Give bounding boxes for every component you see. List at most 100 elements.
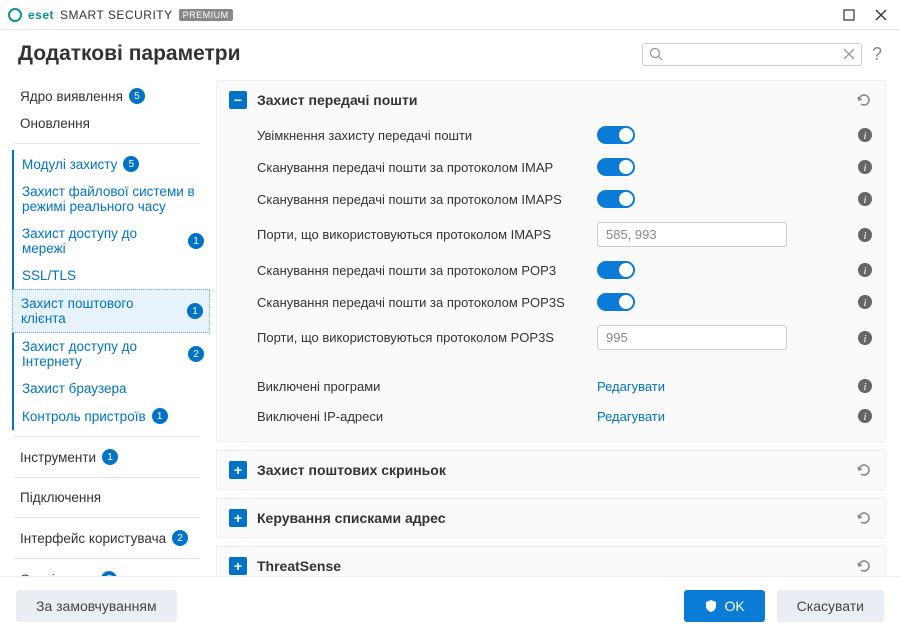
window-maximize-icon[interactable] xyxy=(838,4,860,26)
panel-title: Керування списками адрес xyxy=(257,510,446,526)
setting-label: Сканування передачі пошти за протоколом … xyxy=(257,192,597,207)
sidebar-item-label: Підключення xyxy=(20,490,101,505)
panel-header[interactable]: + Керування списками адрес xyxy=(217,499,885,537)
brand-tag: PREMIUM xyxy=(179,9,233,21)
setting-row: Сканування передачі пошти за протоколом … xyxy=(257,286,873,318)
info-icon[interactable]: i xyxy=(857,294,873,310)
expand-icon[interactable]: + xyxy=(229,557,247,575)
expand-icon[interactable]: + xyxy=(229,461,247,479)
panel: + ThreatSense xyxy=(216,546,886,576)
sidebar-item[interactable]: Модулі захисту5 xyxy=(12,150,210,178)
panel: + Керування списками адрес xyxy=(216,498,886,538)
setting-label: Порти, що використовуються протоколом IM… xyxy=(257,227,597,242)
collapse-icon[interactable]: − xyxy=(229,91,247,109)
sidebar-item-label: Сповіщення xyxy=(20,572,95,577)
panel-header[interactable]: + ThreatSense xyxy=(217,547,885,576)
text-input[interactable] xyxy=(597,222,787,247)
sidebar-item-label: Захист поштового клієнта xyxy=(21,296,181,326)
revert-icon[interactable] xyxy=(855,91,873,109)
ok-button[interactable]: OK xyxy=(684,590,764,622)
eset-logo-icon xyxy=(8,8,22,22)
sidebar-item[interactable]: Захист доступу до Інтернету2 xyxy=(12,333,210,375)
clear-search-icon[interactable] xyxy=(843,48,855,60)
titlebar: eset SMART SECURITY PREMIUM xyxy=(0,0,900,30)
panel-header[interactable]: + Захист поштових скриньок xyxy=(217,451,885,489)
svg-text:i: i xyxy=(863,130,866,142)
window-close-icon[interactable] xyxy=(870,4,892,26)
sidebar-item[interactable]: Інтерфейс користувача2 xyxy=(14,524,210,552)
info-icon[interactable]: i xyxy=(857,330,873,346)
revert-icon[interactable] xyxy=(855,509,873,527)
panel-title: Захист поштових скриньок xyxy=(257,462,446,478)
text-input[interactable] xyxy=(597,325,787,350)
setting-label: Виключені програми xyxy=(257,379,597,394)
sidebar-item-label: Інтерфейс користувача xyxy=(20,531,166,546)
panel-header[interactable]: −Захист передачі пошти xyxy=(217,81,885,119)
info-icon[interactable]: i xyxy=(857,191,873,207)
svg-text:i: i xyxy=(863,411,866,423)
svg-text:i: i xyxy=(863,381,866,393)
edit-link[interactable]: Редагувати xyxy=(597,409,665,424)
sidebar: Ядро виявлення5Оновлення Модулі захисту5 З… xyxy=(0,76,210,576)
toggle-switch[interactable] xyxy=(597,158,635,176)
sidebar-item[interactable]: SSL/TLS xyxy=(12,262,210,289)
toggle-switch[interactable] xyxy=(597,293,635,311)
sidebar-item[interactable]: Захист поштового клієнта 1 xyxy=(12,289,210,333)
toggle-switch[interactable] xyxy=(597,190,635,208)
footer: За замовчуванням OK Скасувати xyxy=(0,576,900,634)
svg-text:i: i xyxy=(863,162,866,174)
setting-label: Сканування передачі пошти за протоколом … xyxy=(257,263,597,278)
info-icon[interactable]: i xyxy=(857,127,873,143)
badge: 1 xyxy=(102,449,118,465)
main-content: −Захист передачі поштиУвімкнення захисту… xyxy=(210,76,900,576)
help-icon[interactable]: ? xyxy=(872,44,882,65)
sidebar-item[interactable]: Інструменти 1 xyxy=(14,443,210,471)
info-icon[interactable]: i xyxy=(857,262,873,278)
sidebar-divider xyxy=(14,143,200,144)
page-title: Додаткові параметри xyxy=(18,42,241,66)
sidebar-item[interactable]: Контроль пристроїв 1 xyxy=(12,402,210,430)
sidebar-item[interactable]: Захист браузера xyxy=(12,375,210,402)
sidebar-divider xyxy=(14,436,200,437)
badge: 1 xyxy=(152,408,168,424)
expand-icon[interactable]: + xyxy=(229,509,247,527)
sidebar-item[interactable]: Сповіщення5 xyxy=(14,565,210,576)
info-icon[interactable]: i xyxy=(857,378,873,394)
sidebar-item-label: Захист файлової системи в режимі реально… xyxy=(22,184,204,214)
badge: 1 xyxy=(187,303,203,319)
setting-row: Увімкнення захисту передачі поштиi xyxy=(257,119,873,151)
svg-text:i: i xyxy=(863,230,866,242)
sidebar-item[interactable]: Захист файлової системи в режимі реально… xyxy=(12,178,210,220)
sidebar-item[interactable]: Підключення xyxy=(14,484,210,511)
revert-icon[interactable] xyxy=(855,557,873,575)
setting-row: Сканування передачі пошти за протоколом … xyxy=(257,183,873,215)
badge: 5 xyxy=(129,88,145,104)
toggle-switch[interactable] xyxy=(597,261,635,279)
cancel-button[interactable]: Скасувати xyxy=(777,590,884,622)
sidebar-item[interactable]: Захист доступу до мережі1 xyxy=(12,220,210,262)
sidebar-item-label: Інструменти xyxy=(20,450,96,465)
sidebar-item[interactable]: Оновлення xyxy=(14,110,210,137)
setting-row: Сканування передачі пошти за протоколом … xyxy=(257,151,873,183)
sidebar-item-label: Контроль пристроїв xyxy=(22,409,146,424)
svg-text:i: i xyxy=(863,333,866,345)
sidebar-item-label: Захист браузера xyxy=(22,381,127,396)
badge: 1 xyxy=(188,233,204,249)
info-icon[interactable]: i xyxy=(857,227,873,243)
info-icon[interactable]: i xyxy=(857,159,873,175)
search-input[interactable] xyxy=(663,47,843,62)
info-icon[interactable]: i xyxy=(857,408,873,424)
panel-title: ThreatSense xyxy=(257,558,341,574)
search-box[interactable] xyxy=(642,43,862,66)
svg-text:i: i xyxy=(863,297,866,309)
toggle-switch[interactable] xyxy=(597,126,635,144)
setting-row: Порти, що використовуються протоколом PO… xyxy=(257,318,873,357)
sidebar-item[interactable]: Ядро виявлення5 xyxy=(14,82,210,110)
ok-label: OK xyxy=(724,598,744,614)
defaults-button[interactable]: За замовчуванням xyxy=(16,590,177,622)
edit-link[interactable]: Редагувати xyxy=(597,379,665,394)
revert-icon[interactable] xyxy=(855,461,873,479)
setting-row: Порти, що використовуються протоколом IM… xyxy=(257,215,873,254)
search-icon xyxy=(649,47,663,61)
svg-text:i: i xyxy=(863,265,866,277)
